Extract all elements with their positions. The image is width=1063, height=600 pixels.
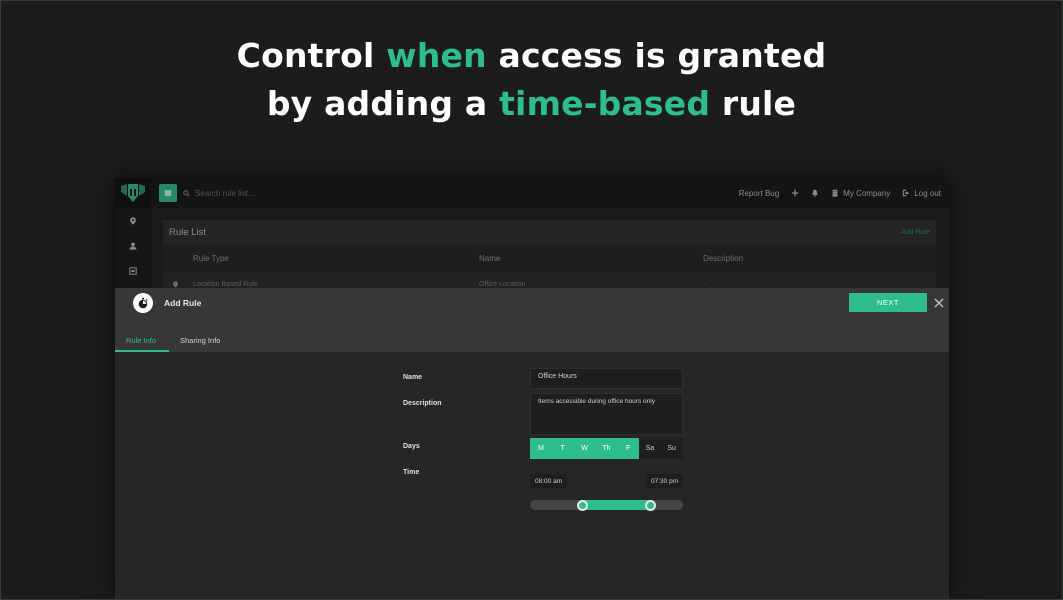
description-field[interactable]: Items accessible during office hours onl…	[530, 393, 683, 435]
modal-icon	[133, 293, 153, 313]
logout-link[interactable]: Log out	[902, 189, 941, 198]
logout-icon	[903, 189, 910, 197]
start-time-value: 08:00 am	[530, 474, 568, 488]
company-name: My Company	[843, 188, 891, 198]
rule-list-title: Rule List	[169, 226, 206, 238]
close-button[interactable]	[934, 295, 946, 308]
user-icon	[129, 242, 137, 250]
stopwatch-icon	[138, 297, 148, 309]
days-label: Days	[403, 443, 420, 450]
name-field[interactable]: Office Hours	[530, 368, 683, 389]
search-input[interactable]	[195, 188, 345, 198]
rule-form: Name Office Hours Description Items acce…	[115, 352, 949, 600]
app-logo[interactable]	[115, 178, 151, 208]
description-label: Description	[403, 400, 442, 407]
add-rule-link[interactable]: Add Rule	[901, 229, 930, 236]
headline-accent-time-based: time-based	[499, 84, 711, 123]
sidebar-item-schedule[interactable]	[115, 258, 151, 283]
time-label: Time	[403, 469, 420, 476]
day-toggle-friday[interactable]: F	[617, 438, 639, 459]
start-time-handle[interactable]	[577, 499, 589, 511]
search-bar	[183, 186, 383, 200]
report-bug-link[interactable]: Report Bug	[739, 189, 779, 198]
sidebar-item-locations[interactable]	[115, 208, 151, 233]
time-range-slider[interactable]	[530, 499, 683, 511]
app-window: Report Bug My Company Log out	[115, 178, 949, 600]
location-pin-icon	[130, 216, 136, 225]
calendar-box-icon	[129, 266, 137, 275]
column-header-name[interactable]: Name	[479, 254, 500, 263]
day-toggle-tuesday[interactable]: T	[551, 438, 574, 459]
column-header-rule-type[interactable]: Rule Type	[193, 254, 229, 263]
tab-rule-info[interactable]: Rule Info	[115, 328, 169, 352]
modal-title: Add Rule	[164, 298, 202, 308]
end-time-handle[interactable]	[645, 499, 657, 511]
sidebar-item-users[interactable]	[115, 233, 151, 258]
hamburger-menu-button[interactable]	[159, 184, 177, 202]
day-toggle-thursday[interactable]: Th	[595, 438, 618, 459]
days-selector: M T W Th F Sa Su	[530, 438, 683, 459]
headline-line-1: Control when access is granted	[236, 36, 827, 75]
next-button[interactable]: NEXT	[849, 293, 927, 312]
rule-table-header: Rule Type Name Description	[163, 244, 936, 272]
search-icon	[183, 189, 190, 197]
row-description: -	[703, 281, 706, 288]
day-toggle-saturday[interactable]: Sa	[638, 438, 661, 459]
notifications-button[interactable]	[811, 189, 819, 197]
plus-icon	[791, 189, 799, 197]
row-name: Office Location	[479, 281, 526, 288]
add-button[interactable]	[791, 189, 799, 197]
day-toggle-sunday[interactable]: Su	[660, 438, 683, 459]
shield-logo-icon	[121, 184, 145, 202]
bell-icon	[812, 189, 818, 197]
add-rule-modal: Add Rule NEXT Rule Info Sharing Info Nam…	[115, 288, 949, 600]
logout-label: Log out	[914, 188, 941, 198]
name-label: Name	[403, 374, 423, 381]
top-bar: Report Bug My Company Log out	[115, 178, 949, 208]
headline-line-2: by adding a time-based rule	[266, 84, 797, 123]
company-menu[interactable]: My Company	[831, 189, 890, 198]
close-icon	[934, 298, 944, 308]
row-rule-type: Location Based Rule	[193, 281, 258, 288]
end-time-value: 07:30 pm	[646, 474, 684, 488]
modal-tabs: Rule Info Sharing Info	[115, 328, 231, 352]
column-header-description[interactable]: Description	[703, 254, 743, 263]
modal-header: Add Rule NEXT Rule Info Sharing Info	[115, 288, 949, 352]
rule-list-header: Rule List Add Rule	[163, 220, 936, 244]
time-range-fill	[582, 500, 651, 510]
location-pin-icon	[173, 281, 178, 288]
tab-sharing-info[interactable]: Sharing Info	[169, 328, 231, 352]
hamburger-icon	[164, 190, 172, 196]
day-toggle-wednesday[interactable]: W	[573, 438, 596, 459]
building-icon	[832, 189, 838, 197]
day-toggle-monday[interactable]: M	[530, 438, 552, 459]
headline: Control when access is granted by adding…	[0, 32, 1063, 128]
top-nav: Report Bug My Company Log out	[739, 178, 941, 208]
headline-accent-when: when	[386, 36, 487, 75]
